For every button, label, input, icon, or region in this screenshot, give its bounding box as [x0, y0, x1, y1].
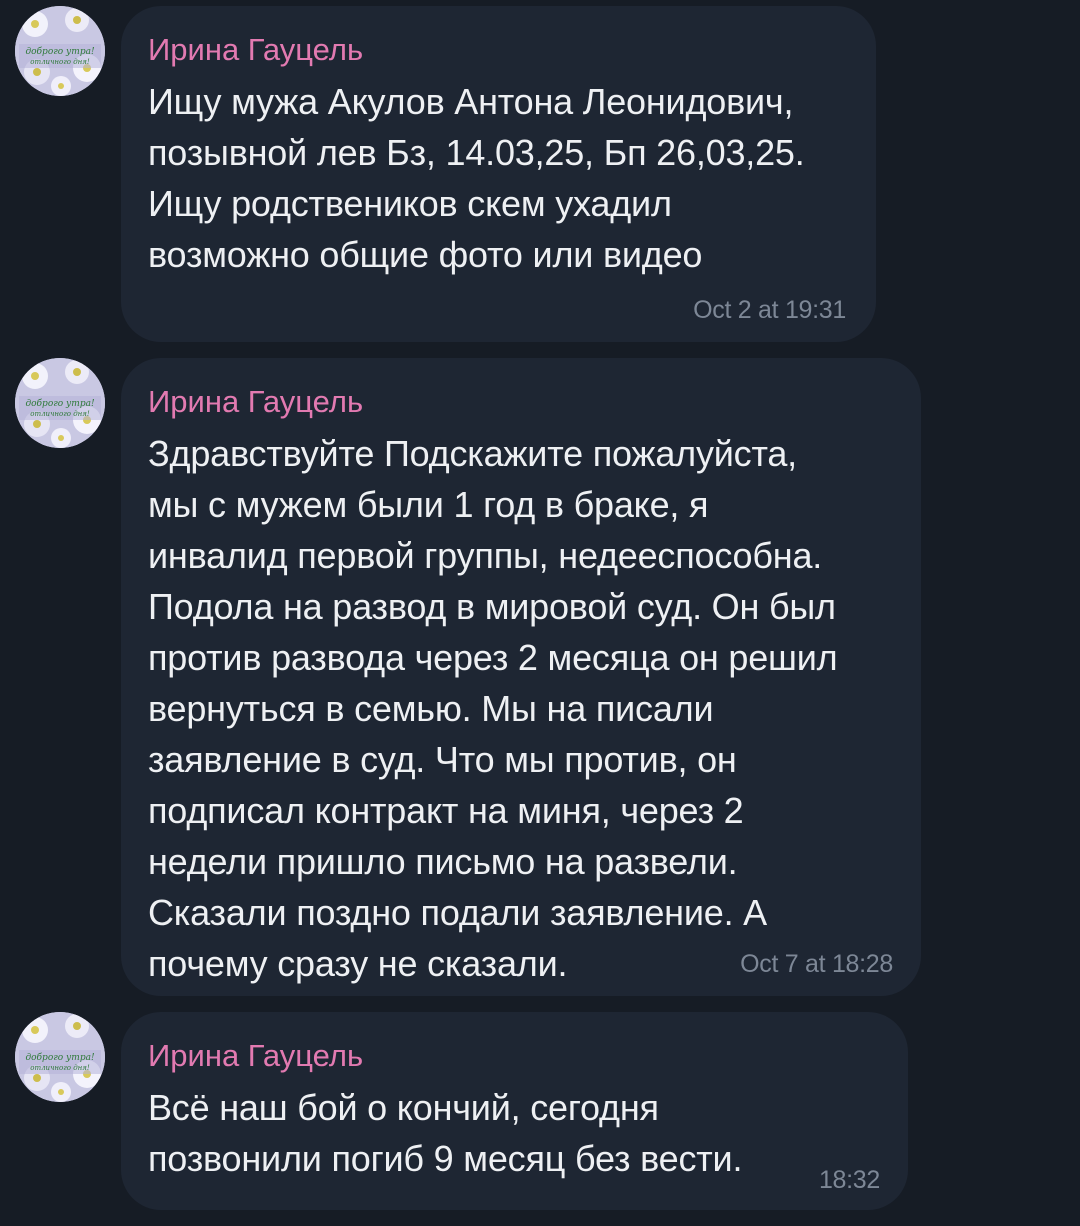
message-text-line: Сказали поздно подали заявление. А — [148, 892, 767, 933]
avatar-caption-2: отличного дня! — [30, 58, 90, 66]
avatar-flower-image: доброго утра! отличного дня! — [15, 1012, 105, 1102]
message-text-line: Ищу мужа Акулов Антона Леонидович, — [148, 81, 794, 122]
message-text-line: возможно общие фото или видео — [148, 234, 703, 275]
message-text-line: Здравствуйте Подскажите пожалуйста, — [148, 433, 797, 474]
avatar-caption-1: доброго утра! — [25, 398, 95, 409]
message-text-line: недели пришло письмо на развели. — [148, 841, 738, 882]
message-text-line: Подола на развод в мировой суд. Он был — [148, 586, 836, 627]
message-text-line: Ищу родствеников скем ухадил — [148, 183, 672, 224]
message-text-line: подписал контракт на миня, через 2 — [148, 790, 744, 831]
avatar-flower-image: доброго утра! отличного дня! — [15, 358, 105, 448]
message-text-line: позывной лев Бз, 14.03,25, Бп 26,03,25. — [148, 132, 805, 173]
message-text-line: против развода через 2 месяца он решил — [148, 637, 838, 678]
message-bubble[interactable]: Ирина Гауцель Здравствуйте Подскажите по… — [121, 358, 921, 996]
avatar-caption-1: доброго утра! — [25, 46, 95, 57]
sender-avatar[interactable]: доброго утра! отличного дня! — [15, 358, 105, 448]
message-timestamp: 18:32 — [818, 1166, 880, 1194]
avatar-caption-2: отличного дня! — [30, 410, 90, 418]
sender-name[interactable]: Ирина Гауцель — [148, 384, 893, 420]
message-timestamp: Oct 7 at 18:28 — [740, 950, 893, 978]
message-bubble[interactable]: Ирина Гауцель Всё наш бой о кончий, сего… — [121, 1012, 908, 1210]
chat-history[interactable]: доброго утра! отличного дня! Ирина Гауце… — [0, 0, 1080, 1226]
message-text-line: Всё наш бой о кончий, сегодня — [148, 1087, 659, 1128]
message-text-line: мы с мужем были 1 год в браке, я — [148, 484, 709, 525]
message-text-line: вернуться в семью. Мы на писали — [148, 688, 714, 729]
message-text-line: инвалид первой группы, недееспособна. — [148, 535, 823, 576]
sender-avatar[interactable]: доброго утра! отличного дня! — [15, 1012, 105, 1102]
message-bubble[interactable]: Ирина Гауцель Ищу мужа Акулов Антона Лео… — [121, 6, 876, 342]
sender-name[interactable]: Ирина Гауцель — [148, 1038, 880, 1074]
sender-name[interactable]: Ирина Гауцель — [148, 32, 848, 68]
message-text-line: заявление в суд. Что мы против, он — [148, 739, 737, 780]
sender-avatar[interactable]: доброго утра! отличного дня! — [15, 6, 105, 96]
message-timestamp: Oct 2 at 19:31 — [693, 296, 846, 324]
message-text-line: позвонили погиб 9 месяц без вести. — [148, 1138, 743, 1179]
avatar-flower-image: доброго утра! отличного дня! — [15, 6, 105, 96]
avatar-caption-1: доброго утра! — [25, 1052, 95, 1063]
avatar-caption-2: отличного дня! — [30, 1064, 90, 1072]
